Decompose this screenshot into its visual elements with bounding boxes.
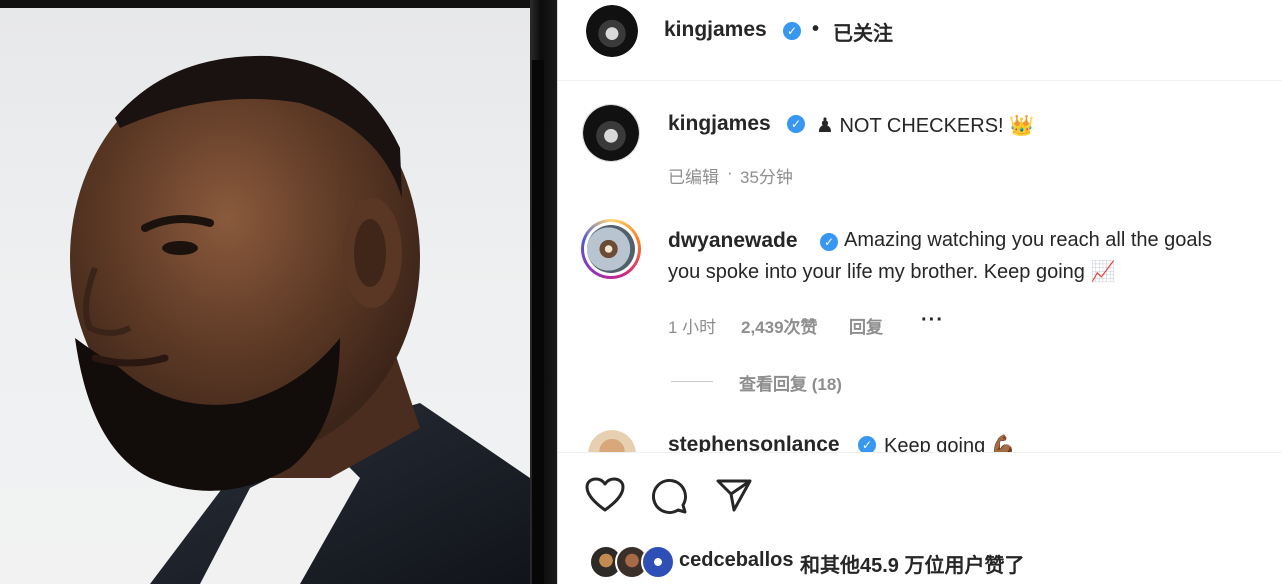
verified-badge-icon: ✓: [787, 115, 805, 133]
photo-edge: [530, 0, 557, 584]
follow-status-button[interactable]: 已关注: [833, 17, 893, 46]
liker-avatar[interactable]: [641, 545, 675, 579]
replies-divider: [671, 381, 713, 382]
comment-timestamp[interactable]: 1 小时: [668, 313, 716, 338]
caption-username[interactable]: kingjames: [668, 112, 771, 136]
liker-username[interactable]: cedceballos: [679, 549, 794, 572]
verified-badge-icon: ✓: [858, 436, 876, 452]
comment-text: Keep going 💪🏾: [884, 435, 1016, 452]
actions-divider: [558, 452, 1282, 453]
post-header: kingjames ✓ • 已关注: [558, 0, 1282, 81]
more-options-icon[interactable]: ···: [921, 309, 944, 332]
caption-edited-label: 已编辑: [668, 168, 719, 187]
caption-text: ♟ NOT CHECKERS! 👑: [816, 115, 1035, 137]
comment-username[interactable]: stephensonlance: [668, 433, 840, 452]
portrait-illustration: [70, 55, 530, 584]
header-separator: •: [812, 18, 820, 40]
caption-avatar[interactable]: [582, 104, 640, 162]
comment-avatar-story-ring[interactable]: [581, 219, 641, 279]
paper-plane-icon[interactable]: [715, 477, 753, 513]
comment-list-clip: stephensonlance ✓ Keep going 💪🏾: [558, 420, 1282, 452]
header-avatar[interactable]: [586, 5, 638, 57]
comment-icon[interactable]: [650, 477, 688, 515]
post-photo[interactable]: [0, 8, 530, 584]
likes-count-text[interactable]: 和其他45.9 万位用户赞了: [800, 549, 1024, 578]
comment-like-count[interactable]: 2,439次赞: [741, 313, 818, 338]
verified-badge-icon: ✓: [820, 233, 838, 251]
comment-reply-button[interactable]: 回复: [849, 313, 883, 338]
caption-dot: ·: [727, 163, 733, 182]
view-replies-button[interactable]: 查看回复 (18): [739, 370, 842, 395]
header-username[interactable]: kingjames: [664, 18, 767, 42]
post-detail-panel: kingjames ✓ • 已关注 kingjames ✓ ♟ NOT CHEC…: [557, 0, 1282, 584]
comment-avatar[interactable]: [588, 430, 636, 452]
comment-text-line1: Amazing watching you reach all the goals: [844, 229, 1212, 251]
caption-timestamp[interactable]: 35分钟: [740, 163, 793, 188]
comment-username[interactable]: dwyanewade: [668, 229, 798, 253]
verified-badge-icon: ✓: [783, 22, 801, 40]
comment-text-line2: you spoke into your life my brother. Kee…: [668, 261, 1116, 283]
heart-icon[interactable]: [585, 477, 625, 513]
post-photo-frame: [0, 0, 557, 584]
